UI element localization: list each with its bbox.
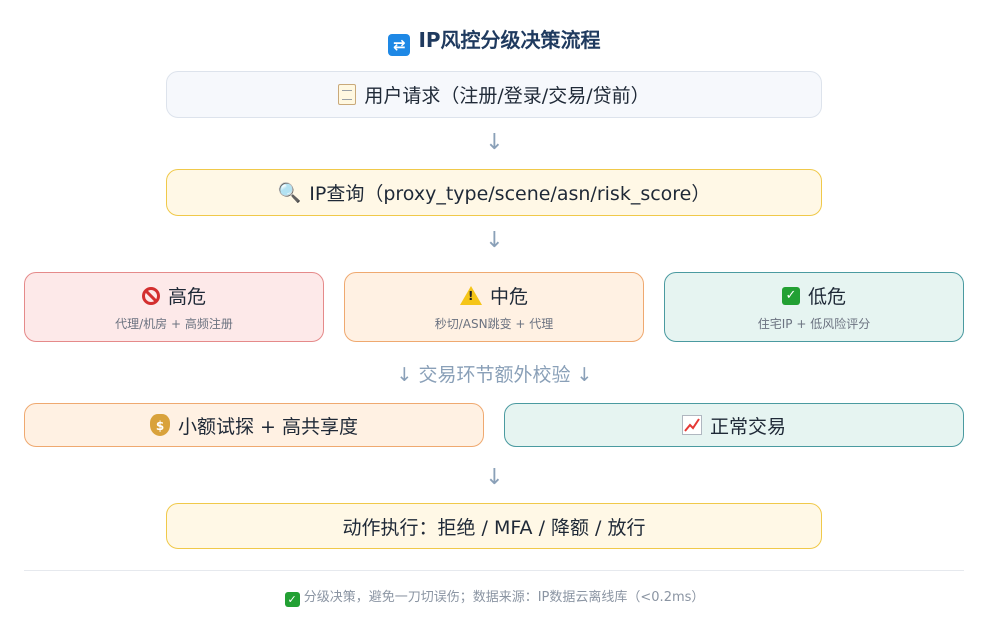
memo-icon <box>338 84 357 105</box>
request-node: 用户请求（注册/登录/交易/贷前） <box>166 71 822 118</box>
risk-low-node: ✓ 低危 住宅IP + 低风险评分 <box>664 272 964 342</box>
money-bag-icon: $ <box>150 414 170 436</box>
footer-note: ✓ 分级决策，避免一刀切误伤；数据来源：IP数据云离线库（<0.2ms） <box>0 586 989 607</box>
chart-up-icon <box>681 415 702 435</box>
flow-arrow: ↓ <box>485 228 504 253</box>
middle-note: ↓ 交易环节额外校验 ↓ <box>396 364 593 386</box>
check-icon: ✓ <box>284 592 300 607</box>
small-probe-label: 小额试探 + 高共享度 <box>178 415 358 438</box>
footer-divider <box>24 570 964 571</box>
title-text: IP风控分级决策流程 <box>418 28 601 52</box>
normal-trade-node: 正常交易 <box>504 403 964 447</box>
flow-arrow: ↓ <box>485 465 504 490</box>
action-label: 动作执行：拒绝 / MFA / 降额 / 放行 <box>342 516 646 539</box>
action-node: 动作执行：拒绝 / MFA / 降额 / 放行 <box>166 503 822 549</box>
risk-low-label: 低危 <box>807 286 846 308</box>
risk-medium-sub: 秒切/ASN跳变 + 代理 <box>434 317 554 331</box>
risk-high-node: 高危 代理/机房 + 高频注册 <box>24 272 324 342</box>
risk-low-sub: 住宅IP + 低风险评分 <box>757 317 871 331</box>
repeat-icon: ⇄ <box>388 34 411 56</box>
query-label: IP查询（proxy_type/scene/asn/risk_score） <box>309 183 711 205</box>
risk-medium-node: 中危 秒切/ASN跳变 + 代理 <box>344 272 644 342</box>
warning-icon <box>459 286 482 305</box>
diagram-title: ⇄ IP风控分级决策流程 <box>0 24 989 56</box>
normal-trade-label: 正常交易 <box>709 415 786 438</box>
query-node: 🔍 IP查询（proxy_type/scene/asn/risk_score） <box>166 169 822 216</box>
risk-high-label: 高危 <box>167 286 206 308</box>
prohibited-icon <box>141 286 160 305</box>
request-label: 用户请求（注册/登录/交易/贷前） <box>364 85 650 107</box>
risk-medium-label: 中危 <box>489 286 528 308</box>
small-probe-node: $ 小额试探 + 高共享度 <box>24 403 484 447</box>
check-icon: ✓ <box>781 286 800 305</box>
flow-arrow: ↓ <box>485 130 504 155</box>
footer-text: 分级决策，避免一刀切误伤；数据来源：IP数据云离线库（<0.2ms） <box>303 590 705 605</box>
risk-high-sub: 代理/机房 + 高频注册 <box>115 317 233 331</box>
magnifier-icon: 🔍 <box>277 182 302 204</box>
